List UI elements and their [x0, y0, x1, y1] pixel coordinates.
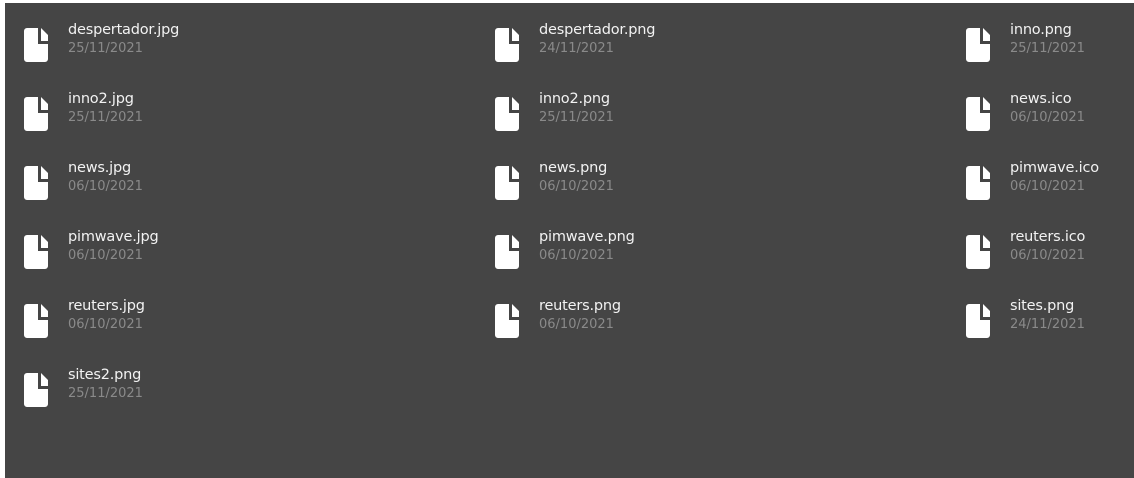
file-date: 06/10/2021 [539, 179, 614, 194]
file-name: news.jpg [68, 160, 131, 176]
file-date: 25/11/2021 [1010, 41, 1085, 56]
file-grid: despertador.jpg 25/11/2021 despertador.p… [5, 3, 1134, 478]
file-date: 06/10/2021 [1010, 179, 1085, 194]
file-name: despertador.jpg [68, 22, 180, 38]
file-date: 06/10/2021 [68, 179, 143, 194]
file-icon [495, 166, 519, 200]
file-date: 25/11/2021 [539, 110, 614, 125]
file-icon [495, 97, 519, 131]
file-date: 06/10/2021 [68, 248, 143, 263]
file-name: sites.png [1010, 298, 1075, 314]
file-icon [24, 97, 48, 131]
file-date: 24/11/2021 [1010, 317, 1085, 332]
file-icon [966, 304, 990, 338]
file-name: despertador.png [539, 22, 656, 38]
file-date: 06/10/2021 [539, 248, 614, 263]
file-name: pimwave.jpg [68, 229, 159, 245]
file-name: pimwave.png [539, 229, 635, 245]
file-name: reuters.jpg [68, 298, 145, 314]
file-name: inno2.png [539, 91, 610, 107]
file-name: news.ico [1010, 91, 1072, 107]
file-icon [24, 304, 48, 338]
file-date: 24/11/2021 [539, 41, 614, 56]
file-name: sites2.png [68, 367, 142, 383]
file-name: news.png [539, 160, 608, 176]
file-icon [966, 97, 990, 131]
file-date: 06/10/2021 [1010, 110, 1085, 125]
file-icon [24, 235, 48, 269]
file-icon [495, 235, 519, 269]
file-icon [966, 28, 990, 62]
file-date: 06/10/2021 [68, 317, 143, 332]
file-date: 06/10/2021 [1010, 248, 1085, 263]
file-name: reuters.png [539, 298, 621, 314]
file-icon [24, 373, 48, 407]
file-icon [495, 28, 519, 62]
file-name: reuters.ico [1010, 229, 1086, 245]
file-icon [24, 28, 48, 62]
file-icon [24, 166, 48, 200]
file-date: 06/10/2021 [539, 317, 614, 332]
file-icon [966, 166, 990, 200]
file-date: 25/11/2021 [68, 386, 143, 401]
file-icon [966, 235, 990, 269]
file-name: pimwave.ico [1010, 160, 1099, 176]
file-name: inno2.jpg [68, 91, 134, 107]
file-name: inno.png [1010, 22, 1072, 38]
file-date: 25/11/2021 [68, 110, 143, 125]
file-icon [495, 304, 519, 338]
file-date: 25/11/2021 [68, 41, 143, 56]
